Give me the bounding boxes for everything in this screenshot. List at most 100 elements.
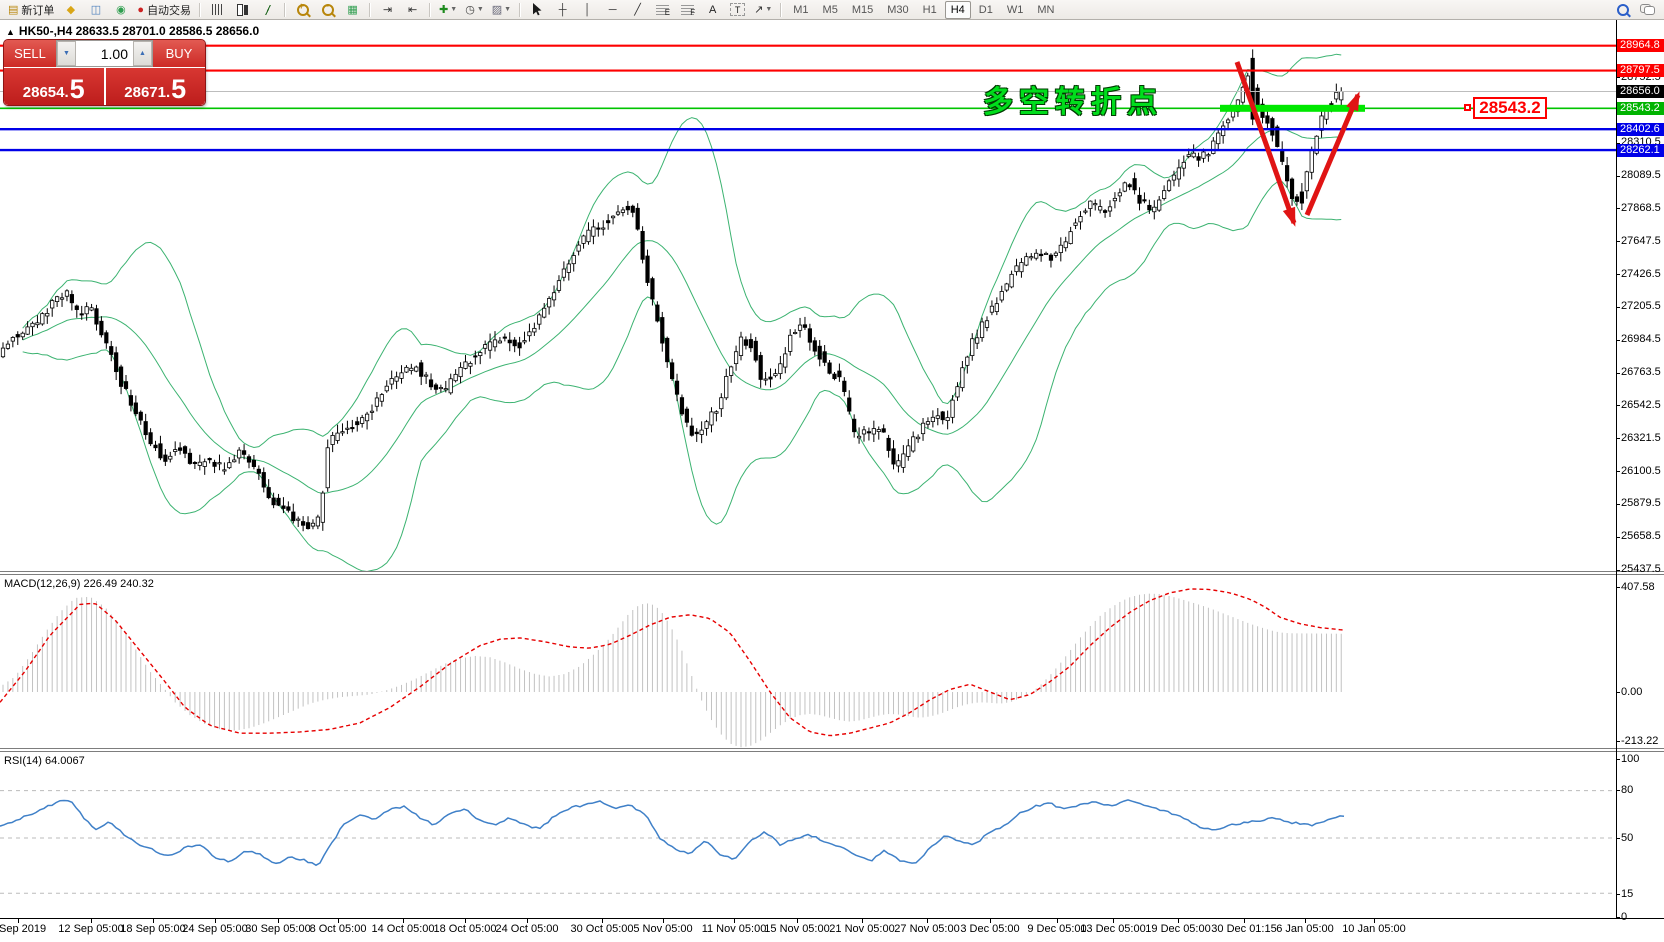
chart-shift-button[interactable]: ⇤ — [401, 0, 424, 19]
price-tick-label: 25437.5 — [1621, 563, 1661, 576]
rsi-panel-canvas[interactable] — [0, 752, 1616, 918]
buy-button[interactable]: BUY — [153, 40, 205, 67]
indicator-axis-tick — [1616, 587, 1620, 588]
zoom-out-button[interactable]: − — [316, 0, 339, 19]
price-chart-canvas[interactable] — [0, 20, 1616, 573]
dropdown-arrow-icon[interactable]: ▼ — [765, 6, 772, 13]
bollinger-lower-band — [23, 182, 1342, 572]
text-button[interactable]: A — [701, 0, 724, 19]
indicator-axis-label: -213.22 — [1621, 735, 1658, 748]
bar-chart-button[interactable] — [206, 0, 229, 19]
horizontal-line-button-icon: ─ — [609, 4, 617, 16]
price-tick — [1616, 570, 1620, 571]
price-tick — [1616, 373, 1620, 374]
templates-button[interactable]: ▨▼ — [489, 0, 514, 19]
indicator-axis-label: 0 — [1621, 911, 1627, 924]
chart-shift-button-icon: ⇤ — [408, 3, 417, 16]
timeframe-mn[interactable]: MN — [1031, 1, 1060, 19]
timeframe-group: M1M5M15M30H1H4D1W1MN — [786, 0, 1061, 20]
arrows-button[interactable]: ↗▼ — [751, 0, 775, 19]
arrowhead-icon — [1283, 207, 1295, 227]
volume-down-button[interactable]: ▼ — [57, 41, 76, 66]
periods-button[interactable]: ◷▼ — [462, 0, 487, 19]
text-button-icon: A — [709, 4, 716, 16]
time-label: 15 Nov 05:00 — [764, 923, 829, 935]
crosshair-button[interactable]: ┼ — [551, 0, 574, 19]
horizontal-line-button[interactable]: ─ — [601, 0, 624, 19]
price-callout-anchor[interactable] — [1464, 104, 1471, 111]
magnifier-icon — [1617, 4, 1629, 16]
candlestick-series — [1, 49, 1343, 531]
volume-input[interactable]: 1.00 — [76, 41, 133, 66]
sell-price[interactable]: 28654.5 — [4, 68, 104, 105]
price-tick — [1616, 471, 1620, 472]
symbol-ohlc-readout: ▲ HK50-,H4 28633.5 28701.0 28586.5 28656.… — [6, 24, 259, 38]
timeframe-h1[interactable]: H1 — [917, 1, 943, 19]
timeframe-h4[interactable]: H4 — [945, 1, 971, 19]
candlestick-chart-button[interactable] — [231, 0, 254, 19]
search-button[interactable] — [1611, 0, 1634, 19]
sell-price-frac: 5 — [70, 78, 85, 101]
time-label: 6 Jan 05:00 — [1276, 923, 1334, 935]
macd-label: MACD(12,26,9) 226.49 240.32 — [4, 578, 154, 590]
dropdown-arrow-icon[interactable]: ▼ — [504, 6, 511, 13]
market-watch-button[interactable]: ◆ — [59, 0, 82, 19]
indicator-axis-tick — [1616, 894, 1620, 895]
price-callout-box[interactable]: 28543.2 — [1473, 97, 1547, 119]
time-label: 9 Dec 05:00 — [1027, 923, 1086, 935]
timeframe-m5[interactable]: M5 — [817, 1, 844, 19]
timeframe-m30[interactable]: M30 — [881, 1, 914, 19]
ohlc-text: HK50-,H4 28633.5 28701.0 28586.5 28656.0 — [19, 24, 259, 38]
indicator-axis-tick — [1616, 759, 1620, 760]
timeframe-m15[interactable]: M15 — [846, 1, 879, 19]
zoom-in-button[interactable]: + — [291, 0, 314, 19]
auto-scroll-button[interactable]: ⇥ — [376, 0, 399, 19]
price-badge-28402.6: 28402.6 — [1617, 123, 1664, 136]
tile-windows-button[interactable]: ▦ — [341, 0, 364, 19]
tile-windows-button-icon: ▦ — [347, 3, 357, 16]
new-order-button-icon: ▤ — [8, 3, 18, 16]
collapse-icon[interactable]: ▲ — [6, 27, 15, 37]
indicator-axis-label: 80 — [1621, 784, 1633, 797]
macd-panel-canvas[interactable] — [0, 575, 1616, 748]
buy-price[interactable]: 28671.5 — [106, 68, 206, 105]
chat-button[interactable] — [1636, 0, 1659, 19]
price-tick — [1616, 274, 1620, 275]
timeframe-w1[interactable]: W1 — [1001, 1, 1030, 19]
data-window-button[interactable]: ◫ — [84, 0, 107, 19]
vertical-line-button[interactable]: │ — [576, 0, 599, 19]
cursor-button[interactable] — [526, 0, 549, 19]
timeframe-m1[interactable]: M1 — [787, 1, 814, 19]
volume-up-button[interactable]: ▲ — [133, 41, 152, 66]
main-toolbar: ▤新订单◆◫◉●自动交易 +−▦ ⇥ ⇤ ✚▼◷▼▨▼ ┼│ ─ ╱EFAT↗▼ M1M5M15… — [0, 0, 1664, 20]
indicator-axis-tick — [1616, 838, 1620, 839]
indicators-button[interactable]: ✚▼ — [436, 0, 460, 19]
time-label: 30 Sep 05:00 — [245, 923, 310, 935]
navigator-button[interactable]: ◉ — [109, 0, 132, 19]
chart-window[interactable]: ▲ HK50-,H4 28633.5 28701.0 28586.5 28656.… — [0, 20, 1664, 942]
time-label: 6 Sep 2019 — [0, 923, 46, 935]
price-tick — [1616, 241, 1620, 242]
fibonacci-button[interactable]: E — [651, 0, 674, 19]
dropdown-arrow-icon[interactable]: ▼ — [450, 6, 457, 13]
channel-button[interactable]: F — [676, 0, 699, 19]
price-tick — [1616, 307, 1620, 308]
time-label: 11 Nov 05:00 — [702, 923, 767, 935]
trendline-button[interactable]: ╱ — [626, 0, 649, 19]
autotrading-button[interactable]: ●自动交易 — [134, 0, 194, 19]
sell-button[interactable]: SELL — [4, 40, 56, 67]
text-label-button[interactable]: T — [726, 0, 749, 19]
turning-point-annotation[interactable]: 多空转折点 — [983, 77, 1163, 121]
price-tick-label: 26763.5 — [1621, 366, 1661, 379]
toolbar-right-group — [1610, 0, 1660, 19]
time-label: 30 Oct 05:00 — [571, 923, 634, 935]
line-chart-button[interactable] — [256, 0, 279, 19]
time-label: 13 Dec 05:00 — [1080, 923, 1145, 935]
price-badge-28656.0: 28656.0 — [1617, 85, 1664, 98]
timeframe-d1[interactable]: D1 — [973, 1, 999, 19]
price-tick — [1616, 504, 1620, 505]
new-order-button[interactable]: ▤新订单 — [5, 0, 57, 19]
dropdown-arrow-icon[interactable]: ▼ — [477, 6, 484, 13]
time-label: 24 Sep 05:00 — [182, 923, 247, 935]
toolbar-separator — [369, 3, 371, 17]
